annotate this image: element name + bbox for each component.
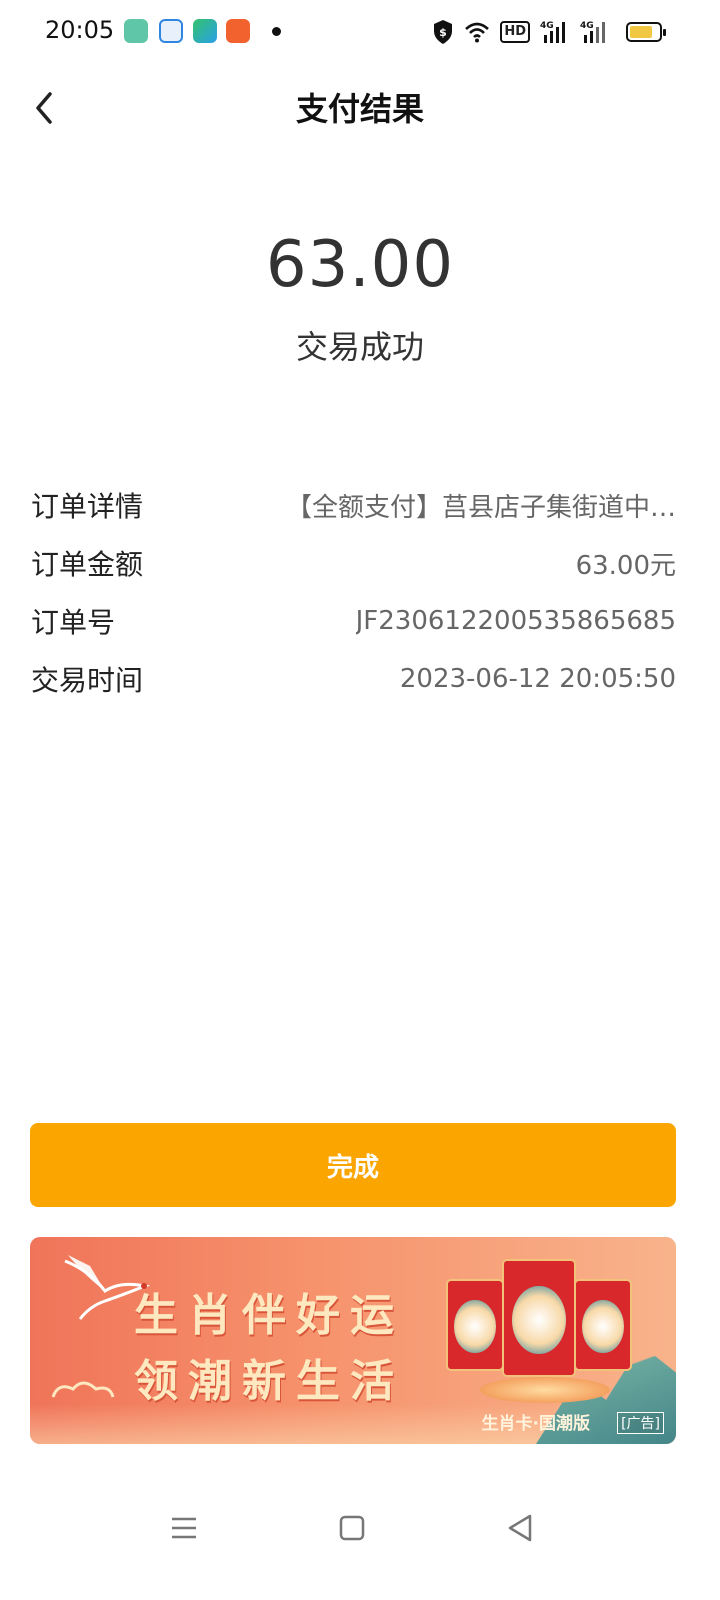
- detail-row-order-number: 订单号 JF230612200535865685: [31, 592, 676, 650]
- cloud-icon: [51, 1381, 115, 1398]
- ad-headline-2: 领潮新生活: [134, 1356, 404, 1407]
- back-triangle-icon[interactable]: [500, 1508, 540, 1548]
- video-app-icon: [193, 19, 217, 43]
- ad-tag: [广告]: [617, 1412, 664, 1434]
- detail-label: 订单详情: [31, 490, 144, 523]
- done-button[interactable]: 完成: [30, 1123, 676, 1207]
- transaction-status: 交易成功: [295, 328, 424, 366]
- detail-value: JF230612200535865685: [355, 606, 676, 636]
- zodiac-card-right: [574, 1279, 632, 1371]
- detail-label: 订单号: [31, 606, 116, 639]
- header: 支付结果: [0, 72, 720, 138]
- detail-label: 交易时间: [31, 664, 144, 697]
- wifi-icon: [464, 21, 490, 43]
- svg-text:4G: 4G: [540, 21, 554, 31]
- svg-text:4G: 4G: [580, 21, 594, 31]
- detail-value: 63.00元: [575, 550, 676, 581]
- notes-app-icon: [124, 19, 148, 43]
- svg-text:$: $: [440, 26, 448, 39]
- qq-browser-icon: [159, 19, 183, 43]
- ad-card-stand: [480, 1377, 610, 1403]
- detail-value: 2023-06-12 20:05:50: [399, 664, 676, 694]
- shield-icon: $: [432, 19, 454, 45]
- battery-icon: [626, 22, 666, 42]
- home-square-icon[interactable]: [332, 1508, 372, 1548]
- notification-dot: [272, 27, 281, 36]
- status-bar: 20:05 $ HD 4G 4G: [0, 0, 720, 64]
- detail-value: 【全额支付】莒县店子集街道中…: [285, 492, 676, 523]
- status-indicators: $ HD 4G 4G: [432, 18, 610, 46]
- detail-row-amount: 订单金额 63.00元: [31, 534, 676, 592]
- detail-row-order-info: 订单详情 【全额支付】莒县店子集街道中…: [31, 476, 676, 534]
- payment-amount: 63.00: [265, 228, 455, 302]
- signal-icon-2: 4G: [580, 19, 610, 45]
- order-details: 订单详情 【全额支付】莒县店子集街道中… 订单金额 63.00元 订单号 JF2…: [31, 476, 676, 708]
- kuaishou-icon: [226, 19, 250, 43]
- ad-headline-1: 生肖伴好运: [134, 1290, 404, 1341]
- signal-icon-1: 4G: [540, 19, 570, 45]
- zodiac-card-left: [446, 1279, 504, 1371]
- zodiac-card-center: [502, 1259, 576, 1377]
- page-title: 支付结果: [295, 90, 424, 128]
- ad-banner[interactable]: 生肖伴好运 领潮新生活 生肖卡·国潮版 [广告]: [30, 1237, 676, 1444]
- menu-icon[interactable]: [164, 1508, 204, 1548]
- ad-subtitle: 生肖卡·国潮版: [481, 1414, 590, 1434]
- system-nav-bar: [0, 1488, 720, 1568]
- detail-label: 订单金额: [31, 548, 144, 581]
- detail-row-time: 交易时间 2023-06-12 20:05:50: [31, 650, 676, 708]
- hd-badge: HD: [500, 21, 530, 43]
- status-time: 20:05: [45, 16, 115, 44]
